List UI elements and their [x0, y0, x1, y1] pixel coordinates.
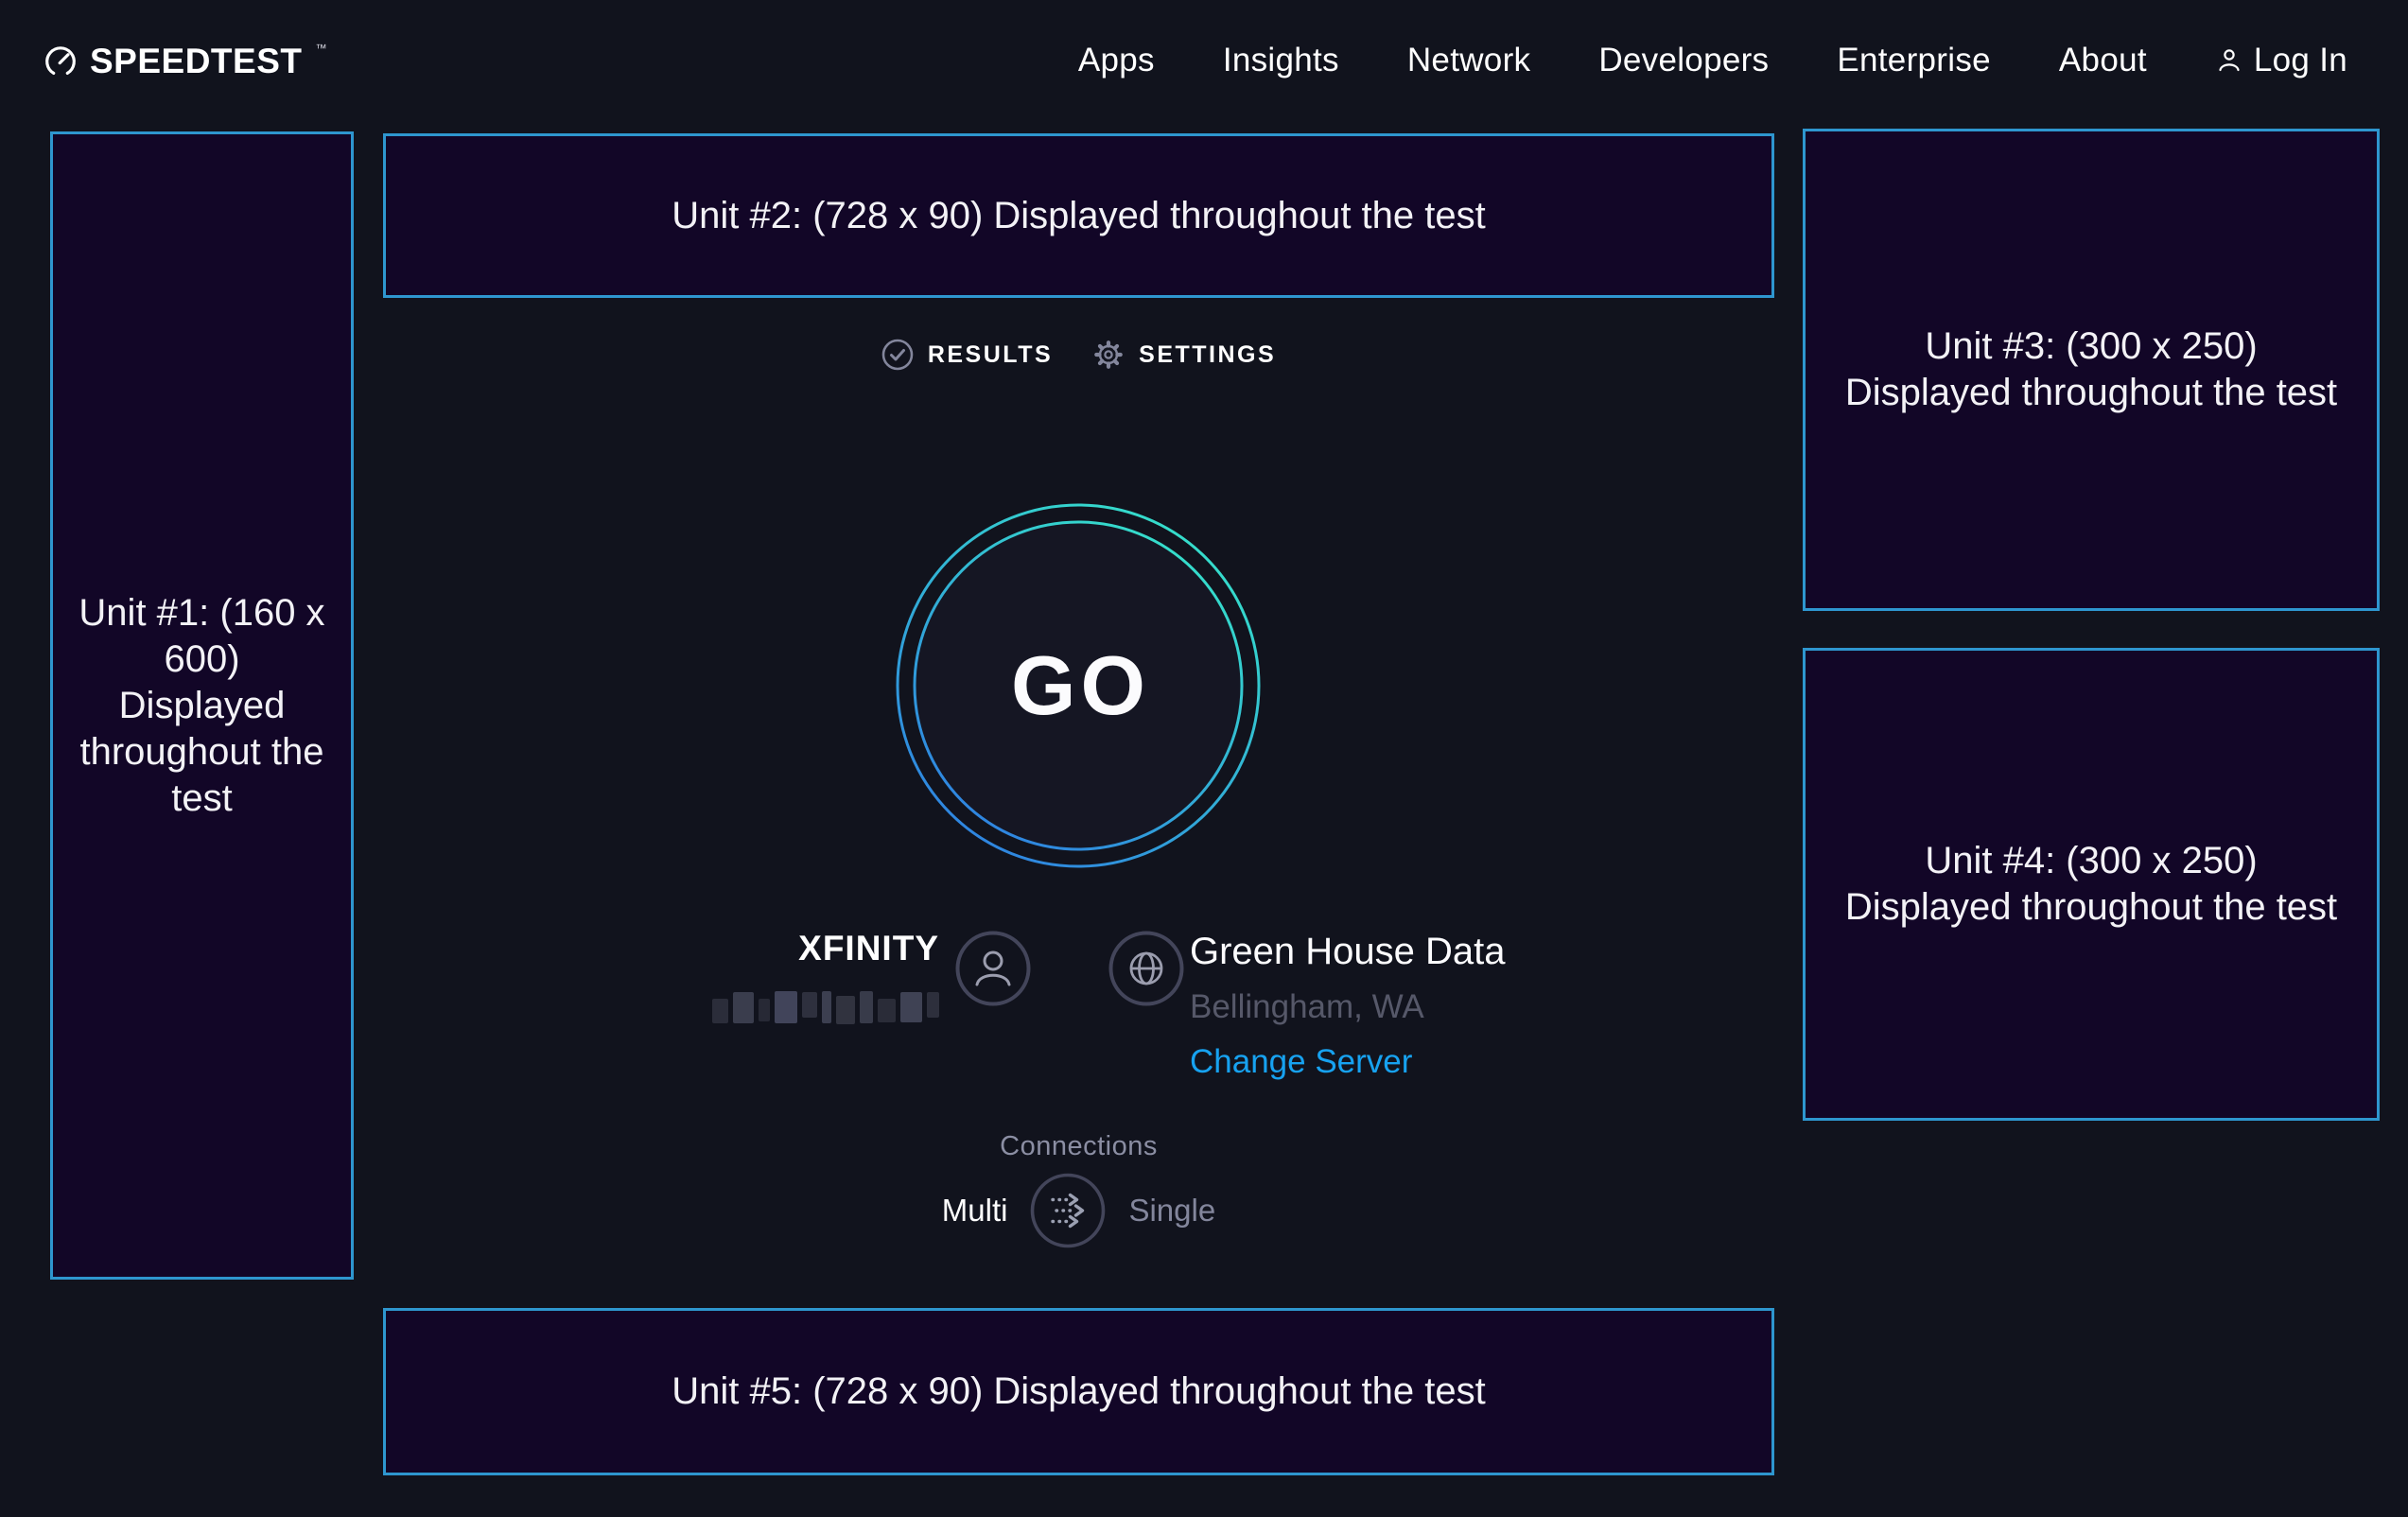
isp-block: XFINITY	[556, 929, 939, 1025]
connections-single-label: Single	[1128, 1193, 1215, 1229]
nav-item-developers[interactable]: Developers	[1598, 42, 1769, 79]
ad-unit-4-label: Unit #4: (300 x 250) Displayed throughou…	[1843, 838, 2339, 931]
nav-item-network[interactable]: Network	[1407, 42, 1530, 79]
go-button[interactable]: GO	[894, 501, 1263, 870]
ad-unit-5[interactable]: Unit #5: (728 x 90) Displayed throughout…	[383, 1308, 1774, 1475]
ad-unit-3-label: Unit #3: (300 x 250) Displayed throughou…	[1843, 323, 2339, 416]
ad-unit-4[interactable]: Unit #4: (300 x 250) Displayed throughou…	[1803, 648, 2380, 1121]
tab-settings-label: SETTINGS	[1139, 341, 1276, 369]
server-name: Green House Data	[1190, 931, 1506, 973]
isp-name[interactable]: XFINITY	[556, 929, 939, 968]
main-nav: Apps Insights Network Developers Enterpr…	[1078, 36, 2347, 85]
tab-settings[interactable]: SETTINGS	[1092, 339, 1276, 371]
gear-icon	[1092, 339, 1125, 371]
tab-results[interactable]: RESULTS	[881, 339, 1053, 371]
nav-item-about[interactable]: About	[2059, 42, 2147, 79]
isp-user-button[interactable]	[955, 931, 1031, 1006]
person-circle-icon	[955, 931, 1031, 1006]
ad-unit-1[interactable]: Unit #1: (160 x 600) Displayed throughou…	[50, 131, 354, 1280]
connections-label: Connections	[383, 1131, 1774, 1162]
change-server-link[interactable]: Change Server	[1190, 1043, 1412, 1081]
nav-item-apps[interactable]: Apps	[1078, 42, 1155, 79]
tab-bar: RESULTS SETTINGS	[383, 339, 1774, 371]
obfuscated-ip-address	[556, 989, 939, 1025]
logo-trademark: ™	[316, 42, 327, 55]
connections-toggle-button[interactable]	[1030, 1173, 1106, 1248]
connections-toggle-row: Multi Single	[383, 1173, 1774, 1248]
globe-icon	[1108, 931, 1184, 1006]
nav-item-enterprise[interactable]: Enterprise	[1837, 42, 1991, 79]
ad-unit-1-label: Unit #1: (160 x 600) Displayed throughou…	[78, 590, 326, 822]
nav-login-button[interactable]: Log In	[2215, 42, 2347, 79]
check-circle-icon	[881, 339, 914, 371]
server-location: Bellingham, WA	[1190, 988, 1506, 1026]
ad-unit-2[interactable]: Unit #2: (728 x 90) Displayed throughout…	[383, 133, 1774, 298]
server-block: Green House Data Bellingham, WA Change S…	[1190, 931, 1506, 1081]
nav-login-label: Log In	[2254, 42, 2347, 79]
ad-unit-5-label: Unit #5: (728 x 90) Displayed throughout…	[672, 1369, 1486, 1415]
server-globe	[1108, 931, 1184, 1006]
ad-unit-2-label: Unit #2: (728 x 90) Displayed throughout…	[672, 193, 1486, 239]
connections-multi-label: Multi	[942, 1193, 1008, 1229]
user-icon	[2215, 46, 2243, 75]
speedtest-logo[interactable]: SPEEDTEST ™	[44, 40, 327, 83]
speedtest-gauge-icon	[44, 44, 78, 78]
go-button-label: GO	[894, 501, 1263, 870]
nav-item-insights[interactable]: Insights	[1223, 42, 1339, 79]
multi-connection-arrows-icon	[1030, 1173, 1106, 1248]
ad-unit-3[interactable]: Unit #3: (300 x 250) Displayed throughou…	[1803, 129, 2380, 611]
logo-text: SPEEDTEST	[90, 42, 303, 81]
tab-results-label: RESULTS	[928, 341, 1053, 369]
